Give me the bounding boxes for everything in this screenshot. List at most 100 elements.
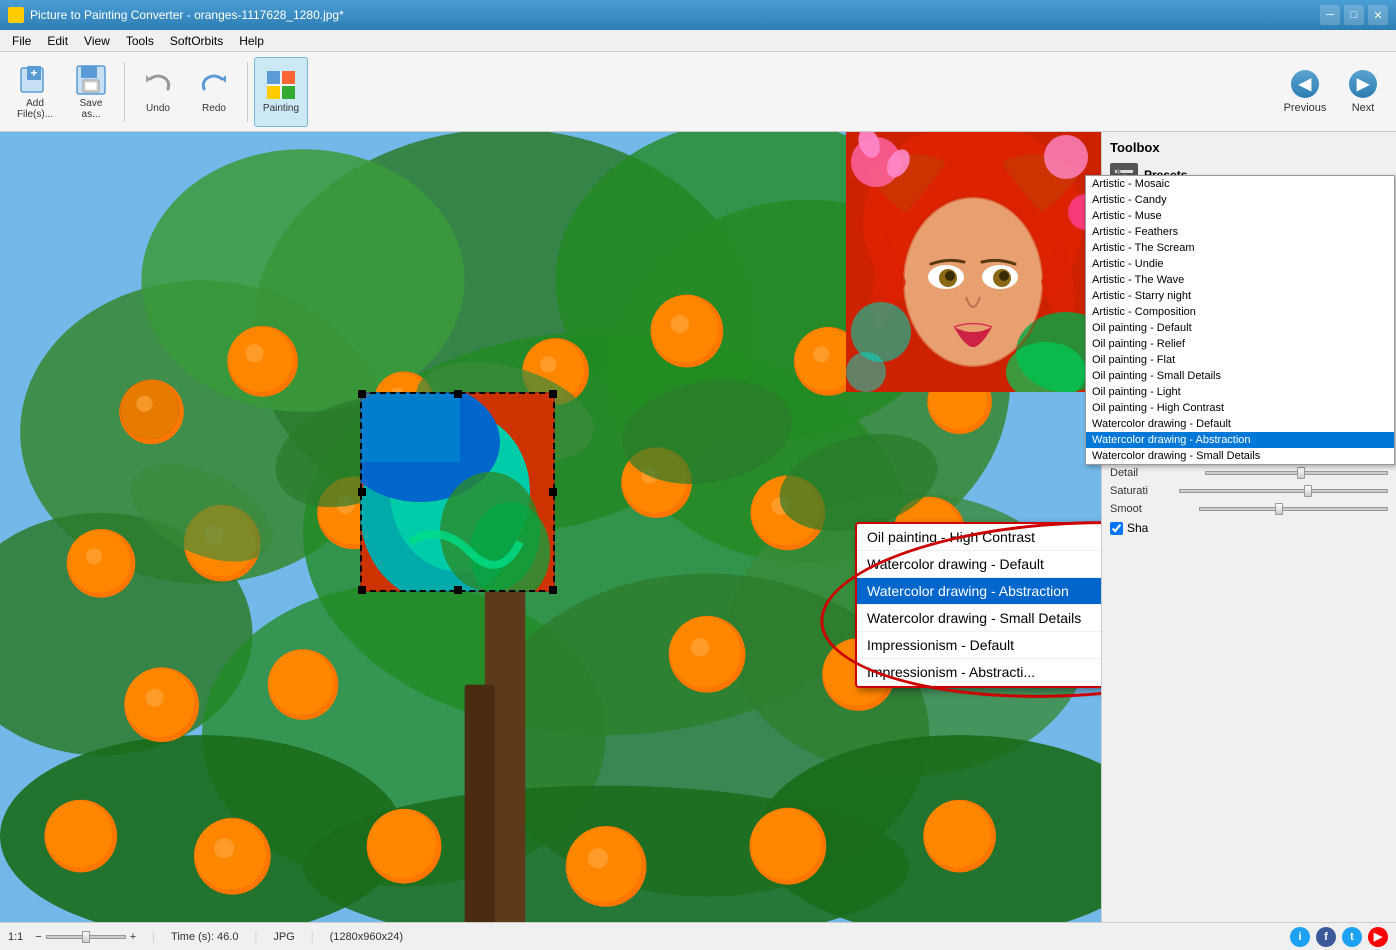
title-bar: Picture to Painting Converter - oranges-… (0, 0, 1396, 30)
saturation-thumb[interactable] (1304, 485, 1312, 497)
redo-label: Redo (202, 103, 226, 114)
painting-icon (265, 69, 297, 101)
save-as-button[interactable]: Save as... (64, 57, 118, 127)
detail-row: Detail (1110, 467, 1388, 479)
twitter-icon[interactable]: t (1342, 927, 1362, 947)
preset-item-9[interactable]: Oil painting - Default (1101, 320, 1394, 336)
detail-slider[interactable] (1205, 471, 1388, 475)
previous-button[interactable]: ◀ Previous (1280, 57, 1330, 127)
saturation-slider[interactable] (1179, 489, 1388, 493)
preset-item-15[interactable]: Watercolor drawing - Default (1101, 416, 1394, 432)
selection-handle-br[interactable] (549, 586, 557, 594)
sharpen-row: Sha (1110, 521, 1388, 535)
selection-box[interactable] (360, 392, 555, 592)
saturation-row: Saturati (1110, 485, 1388, 497)
format-label: JPG (273, 931, 294, 943)
zoom-track[interactable] (46, 935, 126, 939)
zoom-plus-icon[interactable]: + (130, 931, 136, 943)
toolbox-title: Toolbox (1110, 140, 1388, 155)
previous-arrow-icon: ◀ (1291, 70, 1319, 98)
painting-button[interactable]: Painting (254, 57, 308, 127)
selection-handle-bm[interactable] (454, 586, 462, 594)
save-icon (75, 64, 107, 96)
preset-item-6[interactable]: Artistic - The Wave (1101, 272, 1394, 288)
status-sep-3: | (311, 931, 314, 943)
add-file-icon: + (19, 64, 51, 96)
smooth-thumb[interactable] (1275, 503, 1283, 515)
large-dropdown-item-1[interactable]: Watercolor drawing - Default (857, 551, 1101, 578)
close-button[interactable]: ✕ (1368, 5, 1388, 25)
preset-item-1[interactable]: Artistic - Candy (1101, 192, 1394, 208)
large-dropdown-item-0[interactable]: Oil painting - High Contrast (857, 524, 1101, 551)
selection-handle-bl[interactable] (358, 586, 366, 594)
toolbar: + Add File(s)... Save as... Undo (0, 52, 1396, 132)
large-dropdown-item-5[interactable]: Impressionism - Abstracti... (857, 659, 1101, 686)
detail-thumb[interactable] (1297, 467, 1305, 479)
window-controls: ─ □ ✕ (1320, 5, 1388, 25)
youtube-icon[interactable]: ▶ (1368, 927, 1388, 947)
zoom-slider-area: − + (35, 931, 136, 943)
smooth-row: Smoot (1110, 503, 1388, 515)
preset-item-12[interactable]: Oil painting - Small Details (1101, 368, 1394, 384)
preset-item-0[interactable]: Artistic - Mosaic (1101, 176, 1394, 192)
minimize-button[interactable]: ─ (1320, 5, 1340, 25)
zoom-thumb[interactable] (82, 931, 90, 943)
add-file-label2: File(s)... (17, 109, 53, 120)
large-dropdown-item-4[interactable]: Impressionism - Default (857, 632, 1101, 659)
smooth-label: Smoot (1110, 503, 1175, 515)
previous-label: Previous (1284, 102, 1327, 114)
preset-item-3[interactable]: Artistic - Feathers (1101, 224, 1394, 240)
zoom-minus-icon[interactable]: − (35, 931, 41, 943)
large-dropdown-item-2[interactable]: Watercolor drawing - Abstraction (857, 578, 1101, 605)
menu-help[interactable]: Help (231, 32, 272, 50)
status-sep-1: | (152, 931, 155, 943)
painting-label: Painting (263, 103, 299, 114)
preset-item-5[interactable]: Artistic - Undie (1101, 256, 1394, 272)
selection-handle-tl[interactable] (358, 390, 366, 398)
sharpen-label: Sha (1127, 521, 1148, 535)
status-social-icons: i f t ▶ (1290, 927, 1388, 947)
next-button[interactable]: ▶ Next (1338, 57, 1388, 127)
preset-item-4[interactable]: Artistic - The Scream (1101, 240, 1394, 256)
preset-item-16[interactable]: Watercolor drawing - Abstraction (1101, 432, 1394, 448)
dimensions-label: (1280x960x24) (330, 931, 403, 943)
redo-button[interactable]: Redo (187, 57, 241, 127)
menu-softorbits[interactable]: SoftOrbits (162, 32, 231, 50)
selection-handle-tr[interactable] (549, 390, 557, 398)
undo-icon (142, 69, 174, 101)
zoom-section: 1:1 (8, 931, 23, 943)
status-bar: 1:1 − + | Time (s): 46.0 | JPG | (1280x9… (0, 922, 1396, 950)
preset-item-14[interactable]: Oil painting - High Contrast (1101, 400, 1394, 416)
selection-handle-tm[interactable] (454, 390, 462, 398)
preset-dropdown-overlay: Artistic - Mosaic Artistic - Candy Artis… (1101, 175, 1395, 465)
canvas-area[interactable]: Oil painting - High Contrast Watercolor … (0, 132, 1101, 922)
selection-handle-ml[interactable] (358, 488, 366, 496)
detail-label: Detail (1110, 467, 1175, 479)
save-as-label: Save (80, 98, 103, 109)
preset-item-8[interactable]: Artistic - Composition (1101, 304, 1394, 320)
sharpen-checkbox[interactable] (1110, 522, 1123, 535)
preset-item-7[interactable]: Artistic - Starry night (1101, 288, 1394, 304)
menu-view[interactable]: View (76, 32, 118, 50)
info-icon[interactable]: i (1290, 927, 1310, 947)
menu-edit[interactable]: Edit (39, 32, 76, 50)
selection-handle-mr[interactable] (549, 488, 557, 496)
large-dropdown-item-3[interactable]: Watercolor drawing - Small Details (857, 605, 1101, 632)
large-dropdown-popup: Oil painting - High Contrast Watercolor … (855, 522, 1101, 688)
smooth-slider[interactable] (1199, 507, 1388, 511)
preset-item-11[interactable]: Oil painting - Flat (1101, 352, 1394, 368)
add-file-button[interactable]: + Add File(s)... (8, 57, 62, 127)
maximize-button[interactable]: □ (1344, 5, 1364, 25)
preset-item-13[interactable]: Oil painting - Light (1101, 384, 1394, 400)
facebook-icon[interactable]: f (1316, 927, 1336, 947)
preset-item-10[interactable]: Oil painting - Relief (1101, 336, 1394, 352)
preset-item-17[interactable]: Watercolor drawing - Small Details (1101, 448, 1394, 464)
saturation-label: Saturati (1110, 485, 1175, 497)
preset-item-2[interactable]: Artistic - Muse (1101, 208, 1394, 224)
status-sep-2: | (254, 931, 257, 943)
next-label: Next (1352, 102, 1375, 114)
menu-file[interactable]: File (4, 32, 39, 50)
undo-button[interactable]: Undo (131, 57, 185, 127)
menu-tools[interactable]: Tools (118, 32, 162, 50)
toolbox-panel: Toolbox Presets Watercolor drawing - Abs… (1101, 132, 1396, 922)
